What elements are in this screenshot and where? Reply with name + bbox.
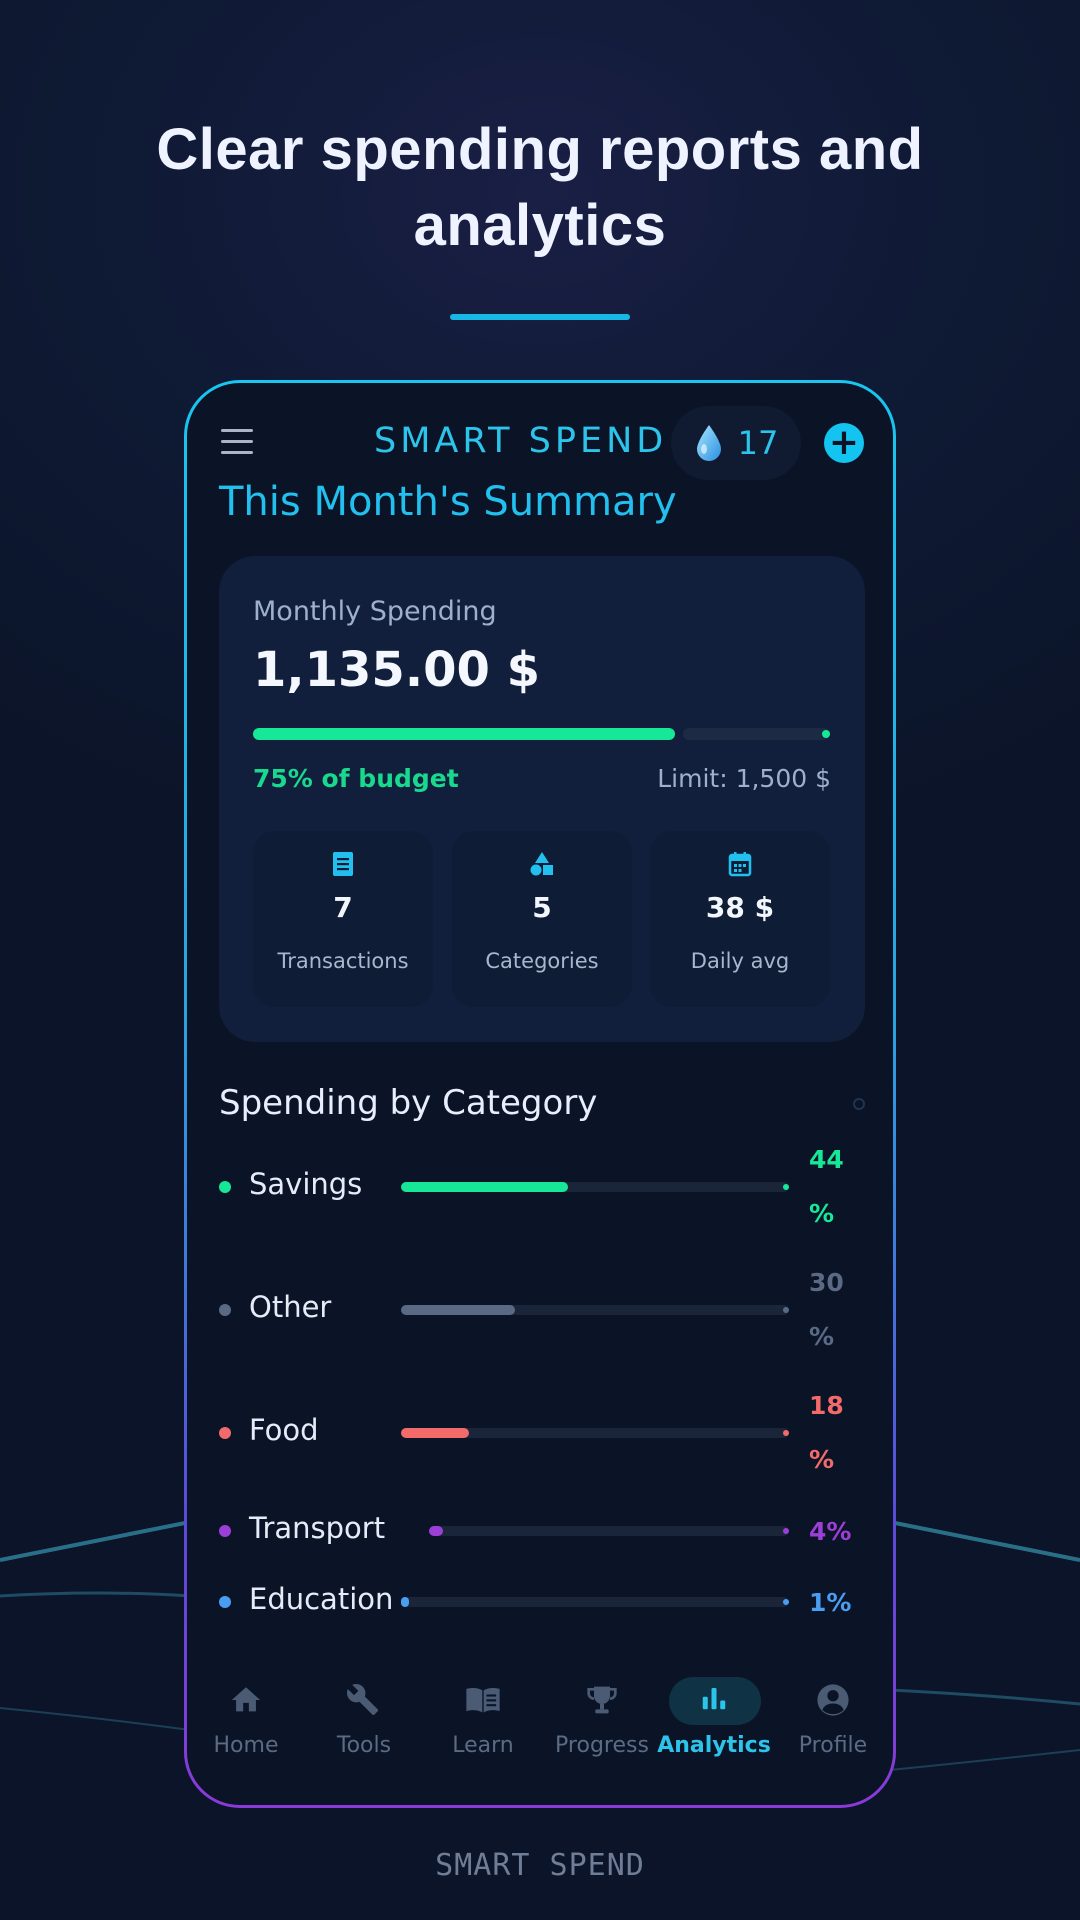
category-bar-fill — [401, 1597, 409, 1607]
summary-title: This Month's Summary — [219, 479, 677, 525]
stat-label: Categories — [485, 949, 599, 973]
nav-analytics[interactable]: Analytics — [655, 1661, 773, 1771]
budget-end-dot — [822, 730, 830, 738]
category-percent: 18 % — [809, 1391, 844, 1474]
top-bar: SMART SPEND 17 + — [187, 383, 893, 493]
add-button[interactable]: + — [824, 423, 864, 463]
budget-progress-remaining — [683, 728, 830, 740]
category-bar-end-dot — [783, 1184, 789, 1190]
stat-categories[interactable]: 5 Categories — [452, 831, 632, 1007]
monthly-spending-amount: 1,135.00 $ — [253, 642, 540, 698]
category-indicator-dot — [853, 1098, 865, 1110]
budget-progress-bar — [253, 728, 830, 740]
nav-progress[interactable]: Progress — [543, 1661, 661, 1771]
nav-label: Learn — [452, 1733, 514, 1758]
wrench-icon — [347, 1683, 379, 1716]
nav-learn[interactable]: Learn — [424, 1661, 542, 1771]
nav-tools[interactable]: Tools — [305, 1661, 423, 1771]
nav-label: Analytics — [657, 1733, 771, 1758]
trophy-icon — [587, 1686, 617, 1714]
nav-label: Tools — [336, 1733, 392, 1758]
stat-label: Daily avg — [690, 949, 790, 973]
drops-count: 17 — [737, 424, 779, 462]
receipt-icon — [333, 852, 353, 876]
nav-label: Home — [213, 1733, 279, 1758]
category-bar-track — [401, 1305, 789, 1315]
phone-frame: SMART SPEND 17 + This Month's Summary Mo… — [184, 380, 896, 1808]
budget-progress-fill — [253, 728, 675, 740]
hamburger-menu-icon[interactable] — [221, 429, 253, 455]
calendar-icon — [728, 852, 752, 877]
category-bar-track — [401, 1182, 789, 1192]
category-percent: 30 % — [809, 1268, 844, 1351]
category-name: Food — [249, 1413, 319, 1447]
shapes-icon — [530, 852, 553, 876]
category-bar-track — [401, 1597, 789, 1607]
monthly-summary-card: Monthly Spending 1,135.00 $ 75% of budge… — [219, 556, 865, 1042]
app-brand: SMART SPEND — [374, 421, 668, 461]
category-color-dot — [219, 1304, 231, 1316]
stat-value: 5 — [532, 891, 552, 924]
nav-home[interactable]: Home — [187, 1661, 305, 1771]
category-bar-end-dot — [783, 1307, 789, 1313]
category-percent: 4% — [809, 1517, 852, 1546]
category-color-dot — [219, 1427, 231, 1439]
water-drop-icon — [696, 425, 721, 461]
headline-line-1: Clear spending reports and — [156, 117, 924, 182]
category-color-dot — [219, 1525, 231, 1537]
category-percent: 1% — [809, 1588, 852, 1617]
category-name: Education — [249, 1582, 394, 1616]
category-bar-end-dot — [783, 1528, 789, 1534]
budget-percent-label: 75% of budget — [253, 764, 459, 793]
category-color-dot — [219, 1181, 231, 1193]
nav-label: Progress — [555, 1733, 649, 1758]
category-name: Savings — [249, 1167, 363, 1201]
headline-divider — [450, 314, 630, 320]
home-icon — [231, 1687, 261, 1712]
stat-daily-average[interactable]: 38 $ Daily avg — [650, 831, 830, 1007]
stat-value: 7 — [333, 891, 353, 924]
nav-profile[interactable]: Profile — [774, 1661, 892, 1771]
profile-icon — [817, 1684, 849, 1716]
category-bar-track — [429, 1526, 789, 1536]
category-bar-end-dot — [783, 1430, 789, 1436]
category-color-dot — [219, 1596, 231, 1608]
stat-label: Transactions — [277, 949, 409, 973]
category-bar-end-dot — [783, 1599, 789, 1605]
stat-value: 38 $ — [705, 891, 775, 924]
bar-chart-icon — [702, 1688, 726, 1710]
bottom-navigation: Home Tools Learn Progress Analytics Prof… — [187, 1661, 893, 1805]
category-bar-fill — [401, 1305, 515, 1315]
category-bar-track — [401, 1428, 789, 1438]
monthly-spending-label: Monthly Spending — [253, 596, 497, 627]
category-section-title: Spending by Category — [219, 1083, 598, 1123]
headline-line-2: analytics — [413, 193, 667, 258]
budget-limit-label: Limit: 1,500 $ — [657, 764, 831, 793]
headline: Clear spending reports and analytics — [0, 112, 1080, 264]
category-name: Transport — [249, 1511, 386, 1545]
footer-brand: SMART SPEND — [435, 1848, 645, 1883]
book-icon — [466, 1688, 500, 1713]
category-bar-fill — [401, 1182, 568, 1192]
app-screen: SMART SPEND 17 + This Month's Summary Mo… — [187, 383, 893, 1805]
category-bar-fill — [401, 1428, 469, 1438]
category-bar-fill — [429, 1526, 443, 1536]
stat-transactions[interactable]: 7 Transactions — [253, 831, 433, 1007]
nav-label: Profile — [798, 1733, 868, 1758]
category-name: Other — [249, 1290, 332, 1324]
category-percent: 44 % — [809, 1145, 844, 1228]
drops-counter[interactable]: 17 — [671, 406, 801, 480]
